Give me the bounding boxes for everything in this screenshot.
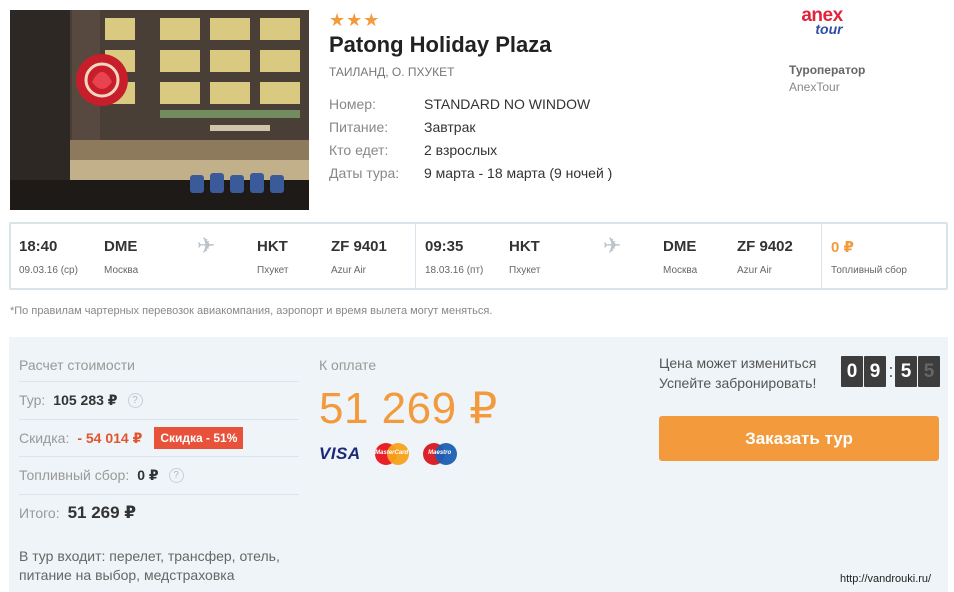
fuel-divider	[821, 224, 822, 288]
room-value: STANDARD NO WINDOW	[424, 96, 591, 112]
fuel-charge-label: Топливный сбор	[831, 265, 907, 276]
plane-icon: ✈	[197, 233, 216, 258]
meal-label: Питание:	[329, 119, 389, 135]
divider	[19, 456, 299, 457]
hotel-rating-stars: ★★★	[329, 10, 381, 30]
countdown-timer: 0 9 : 5 5	[841, 356, 941, 387]
travelers-row: Кто едет: 2 взрослых	[329, 141, 612, 164]
help-icon[interactable]: ?	[168, 467, 184, 483]
payment-cards: VISA MasterCard Maestro	[319, 443, 457, 465]
outbound-airline: Azur Air	[331, 265, 367, 276]
discount-value: - 54 014 ₽	[77, 429, 143, 446]
tour-includes: В тур входит: перелет, трансфер, отель, …	[19, 548, 280, 583]
operator-name: AnexTour	[789, 80, 840, 94]
payment-amount: 51 269 ₽	[319, 384, 498, 433]
outbound-to-city: Пхукет	[257, 265, 289, 276]
dates-value: 9 марта - 18 марта (9 ночей )	[424, 165, 613, 181]
price-change-notice: Цена может измениться Успейте заброниров…	[659, 353, 816, 393]
timer-digit: 0	[841, 356, 863, 387]
divider	[19, 381, 299, 382]
tour-details: Номер: STANDARD NO WINDOW Питание: Завтр…	[329, 95, 612, 187]
fuel-charge-cost-label: Топливный сбор:	[19, 467, 130, 483]
timer-colon: :	[888, 361, 894, 381]
timer-digit: 5	[895, 356, 917, 387]
total-value: 51 269 ₽	[67, 503, 137, 522]
divider	[19, 419, 299, 420]
hotel-name[interactable]: Patong Holiday Plaza	[329, 32, 552, 58]
fuel-charge-cost-value: 0 ₽	[137, 466, 159, 483]
return-airline: Azur Air	[737, 265, 773, 276]
book-tour-button[interactable]: Заказать тур	[659, 416, 939, 461]
maestro-logo-text: Maestro	[428, 450, 452, 456]
maestro-logo: Maestro	[422, 443, 457, 465]
charter-disclaimer: *По правилам чартерных перевозок авиаком…	[10, 305, 493, 317]
fuel-charge-value: 0 ₽	[831, 239, 854, 256]
discount-badge: Скидка - 51%	[154, 427, 244, 449]
outbound-flight-number: ZF 9401	[331, 238, 387, 255]
mastercard-logo-text: MasterCard	[375, 450, 409, 456]
operator-label: Туроператор	[789, 63, 866, 77]
tour-price-label: Тур:	[19, 392, 46, 408]
timer-digit: 9	[864, 356, 886, 387]
tour-price-row: Тур: 105 283 ₽ ?	[19, 389, 143, 411]
travelers-value: 2 взрослых	[424, 142, 498, 158]
discount-label: Скидка:	[19, 430, 70, 446]
outbound-from-city: Москва	[104, 265, 139, 276]
hotel-location: ТАИЛАНД, О. ПХУКЕТ	[329, 65, 455, 79]
hurry-line: Успейте забронировать!	[659, 375, 817, 391]
divider	[19, 494, 299, 495]
return-flight-number: ZF 9402	[737, 238, 793, 255]
anex-tour-logo: anex tour	[792, 6, 852, 37]
meal-row: Питание: Завтрак	[329, 118, 612, 141]
total-label: Итого:	[19, 505, 60, 521]
outbound-to-code: HKT	[257, 238, 288, 255]
return-from-city: Пхукет	[509, 265, 541, 276]
travelers-label: Кто едет:	[329, 142, 389, 158]
tour-price-value: 105 283 ₽	[53, 391, 118, 408]
return-to-code: DME	[663, 238, 697, 255]
mastercard-logo: MasterCard	[374, 443, 409, 465]
plane-icon: ✈	[603, 233, 622, 258]
cost-calculation-title: Расчет стоимости	[19, 357, 135, 373]
meal-value: Завтрак	[424, 119, 476, 135]
return-to-city: Москва	[663, 265, 698, 276]
flights-panel: 18:40 09.03.16 (ср) DME Москва ✈ HKT Пху…	[9, 222, 948, 290]
room-label: Номер:	[329, 96, 376, 112]
return-date: 18.03.16 (пт)	[425, 265, 484, 276]
outbound-from-code: DME	[104, 238, 138, 255]
cost-panel: Расчет стоимости Тур: 105 283 ₽ ? Скидка…	[9, 337, 948, 592]
visa-logo: VISA	[319, 444, 361, 463]
watermark: http://vandrouki.ru/	[840, 573, 932, 585]
discount-row: Скидка: - 54 014 ₽ Скидка - 51%	[19, 427, 244, 449]
return-from-code: HKT	[509, 238, 540, 255]
price-change-line: Цена может измениться	[659, 355, 817, 371]
flight-divider	[415, 224, 416, 288]
room-row: Номер: STANDARD NO WINDOW	[329, 95, 612, 118]
outbound-date: 09.03.16 (ср)	[19, 265, 78, 276]
return-departure-time: 09:35	[425, 238, 464, 255]
dates-label: Даты тура:	[329, 165, 400, 181]
total-row: Итого: 51 269 ₽	[19, 502, 136, 524]
dates-row: Даты тура: 9 марта - 18 марта (9 ночей )	[329, 164, 612, 187]
payment-title: К оплате	[319, 357, 377, 373]
hotel-photo[interactable]	[10, 10, 309, 210]
timer-digit: 5	[918, 356, 940, 387]
fuel-charge-row: Топливный сбор: 0 ₽ ?	[19, 464, 184, 486]
help-icon[interactable]: ?	[127, 392, 143, 408]
outbound-departure-time: 18:40	[19, 238, 58, 255]
